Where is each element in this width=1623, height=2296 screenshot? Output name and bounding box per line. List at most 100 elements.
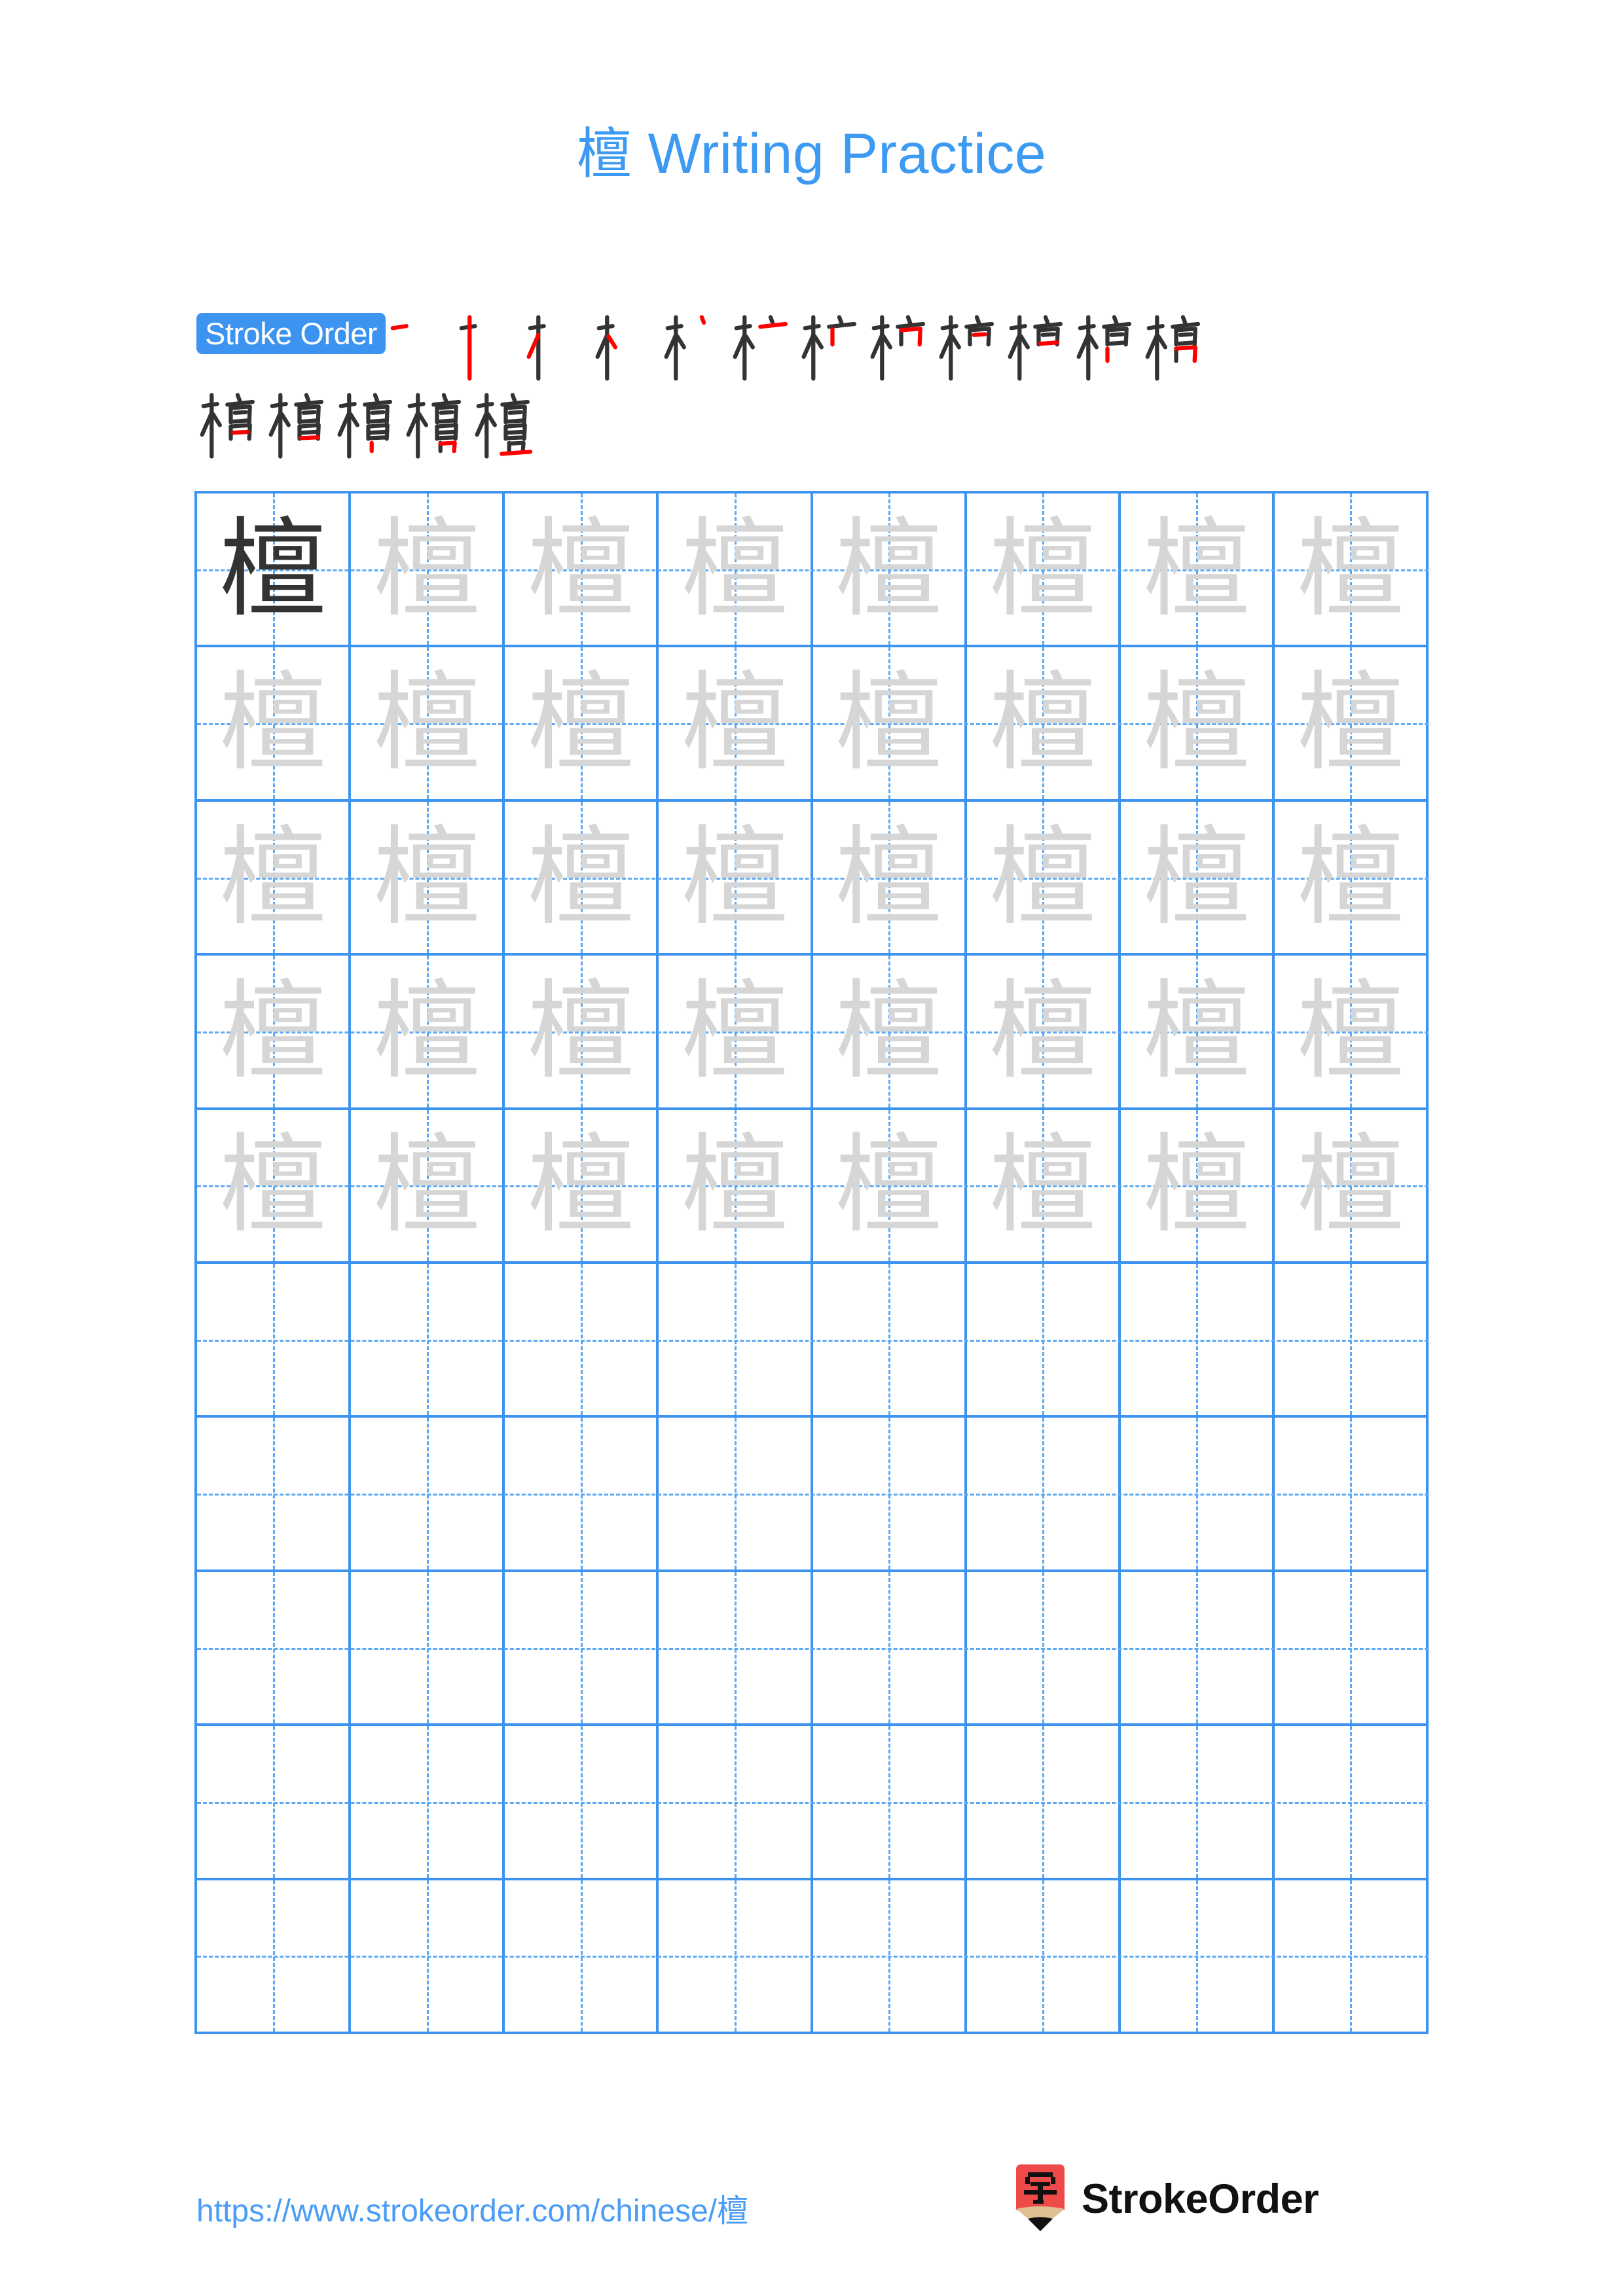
practice-cell[interactable]	[505, 1264, 659, 1416]
practice-cell[interactable]: 檀	[813, 1109, 967, 1262]
practice-cell[interactable]	[659, 1571, 813, 1724]
practice-cell[interactable]: 檀	[1121, 493, 1275, 645]
trace-character: 檀	[526, 968, 634, 1094]
practice-cell[interactable]: 檀	[659, 956, 813, 1107]
practice-cell[interactable]: 檀	[967, 493, 1121, 645]
trace-character: 檀	[680, 814, 788, 940]
practice-cell[interactable]	[813, 1726, 967, 1878]
stroke-order-badge: Stroke Order	[196, 313, 386, 354]
practice-cell[interactable]	[813, 1571, 967, 1724]
practice-cell[interactable]	[659, 1264, 813, 1416]
trace-character: 檀	[1296, 506, 1404, 632]
practice-cell[interactable]	[1275, 1264, 1429, 1416]
trace-character: 檀	[373, 506, 481, 632]
practice-cell[interactable]	[505, 1726, 659, 1878]
practice-cell[interactable]	[1275, 1726, 1429, 1878]
practice-cell[interactable]: 檀	[813, 801, 967, 954]
practice-cell[interactable]	[505, 1418, 659, 1570]
practice-cell[interactable]: 檀	[1121, 1109, 1275, 1262]
practice-cell[interactable]: 檀	[967, 1109, 1121, 1262]
practice-cell[interactable]: 檀	[505, 956, 659, 1107]
practice-cell[interactable]	[197, 1726, 352, 1878]
practice-cell[interactable]	[1121, 1264, 1275, 1416]
practice-cell[interactable]	[813, 1418, 967, 1570]
practice-cell[interactable]: 檀	[967, 647, 1121, 799]
practice-cell[interactable]	[197, 1418, 352, 1570]
practice-cell[interactable]	[351, 1726, 505, 1878]
practice-cell[interactable]: 檀	[659, 493, 813, 645]
practice-cell[interactable]: 檀	[813, 647, 967, 799]
practice-cell[interactable]	[659, 1726, 813, 1878]
practice-cell[interactable]	[1275, 1418, 1429, 1570]
practice-cell[interactable]	[505, 1571, 659, 1724]
practice-cell[interactable]: 檀	[813, 493, 967, 645]
practice-cell[interactable]: 檀	[1275, 1109, 1429, 1262]
practice-cell[interactable]: 檀	[1121, 647, 1275, 799]
practice-grid-row: 檀檀檀檀檀檀檀檀	[197, 647, 1429, 802]
practice-cell[interactable]: 檀	[197, 493, 352, 645]
practice-cell[interactable]: 檀	[1121, 956, 1275, 1107]
practice-cell[interactable]: 檀	[1121, 801, 1275, 954]
practice-cell[interactable]	[659, 1880, 813, 2032]
practice-cell[interactable]	[351, 1880, 505, 2032]
practice-cell[interactable]	[351, 1418, 505, 1570]
trace-character: 檀	[373, 660, 481, 786]
practice-cell[interactable]	[813, 1880, 967, 2032]
practice-cell[interactable]: 檀	[505, 1109, 659, 1262]
practice-cell[interactable]	[1275, 1880, 1429, 2032]
trace-character: 檀	[219, 660, 327, 786]
practice-cell[interactable]	[967, 1571, 1121, 1724]
practice-grid-row: 檀檀檀檀檀檀檀檀	[197, 493, 1429, 648]
practice-cell[interactable]: 檀	[505, 647, 659, 799]
practice-cell[interactable]: 檀	[351, 801, 505, 954]
practice-cell[interactable]	[351, 1571, 505, 1724]
practice-cell[interactable]: 檀	[967, 956, 1121, 1107]
practice-cell[interactable]	[197, 1264, 352, 1416]
practice-cell[interactable]: 檀	[1275, 647, 1429, 799]
practice-cell[interactable]	[967, 1264, 1121, 1416]
model-character: 檀	[219, 506, 327, 632]
practice-cell[interactable]: 檀	[1275, 801, 1429, 954]
practice-cell[interactable]	[1121, 1571, 1275, 1724]
practice-cell[interactable]: 檀	[197, 1109, 352, 1262]
practice-cell[interactable]: 檀	[967, 801, 1121, 954]
practice-cell[interactable]: 檀	[197, 647, 352, 799]
trace-character: 檀	[1296, 1122, 1404, 1248]
page-title: 檀 Writing Practice	[0, 110, 1623, 189]
practice-cell[interactable]: 檀	[351, 956, 505, 1107]
practice-cell[interactable]	[351, 1264, 505, 1416]
practice-cell[interactable]	[505, 1880, 659, 2032]
trace-character: 檀	[680, 660, 788, 786]
practice-cell[interactable]: 檀	[659, 647, 813, 799]
practice-cell[interactable]: 檀	[197, 801, 352, 954]
practice-cell[interactable]: 檀	[1275, 493, 1429, 645]
practice-cell[interactable]: 檀	[1275, 956, 1429, 1107]
practice-cell[interactable]: 檀	[351, 1109, 505, 1262]
practice-cell[interactable]	[197, 1571, 352, 1724]
footer-brand[interactable]: StrokeOrder	[1013, 2160, 1319, 2238]
practice-cell[interactable]: 檀	[505, 801, 659, 954]
practice-cell[interactable]	[659, 1418, 813, 1570]
practice-cell[interactable]: 檀	[813, 956, 967, 1107]
practice-cell[interactable]	[1275, 1571, 1429, 1724]
stroke-step-15	[334, 386, 403, 464]
practice-cell[interactable]	[967, 1880, 1121, 2032]
practice-cell[interactable]	[967, 1726, 1121, 1878]
practice-cell[interactable]	[197, 1880, 352, 2032]
practice-cell[interactable]	[1121, 1880, 1275, 2032]
practice-cell[interactable]: 檀	[351, 647, 505, 799]
practice-cell[interactable]	[967, 1418, 1121, 1570]
practice-cell[interactable]	[1121, 1726, 1275, 1878]
practice-cell[interactable]: 檀	[197, 956, 352, 1107]
stroke-step-8	[867, 308, 936, 386]
practice-cell[interactable]: 檀	[505, 493, 659, 645]
footer-url[interactable]: https://www.strokeorder.com/chinese/檀	[196, 2185, 748, 2231]
trace-character: 檀	[1142, 968, 1250, 1094]
practice-cell[interactable]: 檀	[659, 801, 813, 954]
stroke-step-13	[196, 386, 265, 464]
practice-cell[interactable]	[1121, 1418, 1275, 1570]
practice-cell[interactable]	[813, 1264, 967, 1416]
stroke-step-7	[798, 308, 867, 386]
practice-cell[interactable]: 檀	[659, 1109, 813, 1262]
practice-cell[interactable]: 檀	[351, 493, 505, 645]
